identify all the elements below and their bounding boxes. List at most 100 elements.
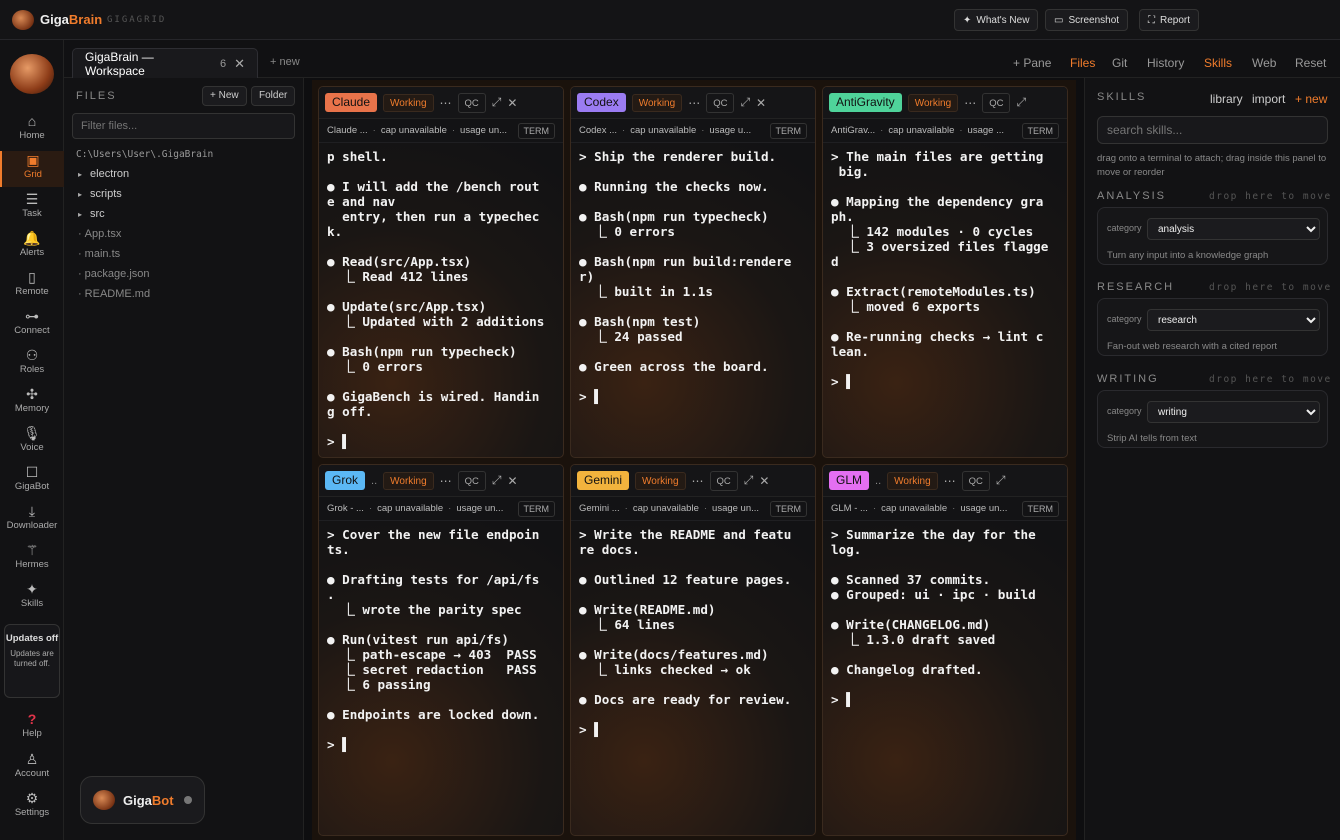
qc-button[interactable]: QC bbox=[457, 470, 486, 491]
terminal-output[interactable]: p shell. ● I will add the /bench rout e … bbox=[319, 143, 563, 455]
terminal-pane-claude[interactable]: Claude Working ⋯ QC ⤢ ✕ Claude ... · cap unavail… bbox=[318, 86, 564, 458]
term-button[interactable]: TERM bbox=[769, 122, 807, 139]
search-skills-input[interactable] bbox=[1097, 116, 1328, 144]
rail-item-voice[interactable]: 🎙 Voice bbox=[0, 424, 64, 460]
folder-item[interactable]: ▸ electron bbox=[78, 168, 129, 180]
qc-button[interactable]: QC bbox=[706, 92, 735, 113]
rail-item-home[interactable]: ⌂ Home bbox=[0, 112, 64, 148]
tab-files[interactable]: Files bbox=[1070, 56, 1095, 70]
rail-item-alerts[interactable]: 🔔 Alerts bbox=[0, 229, 64, 265]
more-icon[interactable]: ⋯ bbox=[688, 96, 700, 110]
rail-item-settings[interactable]: ⚙ Settings bbox=[0, 789, 64, 825]
terminal-output[interactable]: > Write the README and featu re docs. ● … bbox=[571, 521, 815, 743]
more-icon[interactable]: ⋯ bbox=[944, 474, 956, 488]
screenshot-button[interactable]: ▭ Screenshot bbox=[1045, 9, 1129, 31]
qc-button[interactable]: QC bbox=[982, 92, 1011, 113]
close-icon[interactable]: ✕ bbox=[759, 474, 769, 488]
new-file-button[interactable]: + New bbox=[202, 86, 247, 106]
category-select[interactable]: research bbox=[1147, 309, 1320, 331]
downloader-icon: ⤓ bbox=[28, 503, 36, 519]
file-item[interactable]: · package.json bbox=[78, 268, 150, 280]
terminal-output[interactable]: > Cover the new file endpoin ts. ● Draft… bbox=[319, 521, 563, 758]
tab-git[interactable]: Git bbox=[1112, 56, 1127, 70]
close-icon[interactable]: ✕ bbox=[234, 56, 245, 72]
add-pane-button[interactable]: + Pane bbox=[1013, 56, 1051, 70]
expand-icon[interactable]: ⤢ bbox=[1016, 95, 1026, 110]
rail-item-task[interactable]: ☰ Task bbox=[0, 190, 64, 226]
pane-subheader: Claude ... · cap unavailable · usage un... TE… bbox=[319, 119, 563, 143]
terminal-pane-codex[interactable]: Codex Working ⋯ QC ⤢ ✕ Codex ... · cap unavailab… bbox=[570, 86, 816, 458]
term-button[interactable]: TERM bbox=[517, 500, 555, 517]
new-skill-button[interactable]: + new bbox=[1295, 92, 1327, 106]
folder-item[interactable]: ▸ scripts bbox=[78, 188, 122, 200]
updates-off-card[interactable]: Updates off Updates are turned off. bbox=[4, 624, 60, 698]
filter-files-input[interactable] bbox=[72, 113, 295, 139]
pane-subheader: Grok - ... · cap unavailable · usage un... TE… bbox=[319, 497, 563, 521]
more-icon[interactable]: ⋯ bbox=[964, 96, 976, 110]
rail-item-downloader[interactable]: ⤓ Downloader bbox=[0, 502, 64, 538]
new-folder-button[interactable]: Folder bbox=[251, 86, 296, 106]
terminal-pane-grok[interactable]: Grok.. Working ⋯ QC ⤢ ✕ Grok - ... · cap unavail… bbox=[318, 464, 564, 836]
terminal-pane-gemini[interactable]: Gemini Working ⋯ QC ⤢ ✕ Gemini ... · cap unavail… bbox=[570, 464, 816, 836]
term-button[interactable]: TERM bbox=[1021, 122, 1059, 139]
report-button[interactable]: ⛶ Report bbox=[1139, 9, 1200, 31]
terminal-grid: Claude Working ⋯ QC ⤢ ✕ Claude ... · cap unavail… bbox=[312, 80, 1076, 840]
whats-new-button[interactable]: ✦ What's New bbox=[954, 9, 1039, 31]
file-item[interactable]: · App.tsx bbox=[78, 228, 121, 240]
skill-description: Turn any input into a knowledge graph bbox=[1107, 250, 1269, 261]
drop-zone-label[interactable]: drop here to move bbox=[1209, 374, 1332, 385]
terminal-output[interactable]: > Ship the renderer build. ● Running the… bbox=[571, 143, 815, 410]
close-icon[interactable]: ✕ bbox=[507, 96, 517, 110]
expand-icon[interactable]: ⤢ bbox=[492, 95, 502, 110]
new-tab-button[interactable]: + new bbox=[270, 56, 300, 68]
tab-web[interactable]: Web bbox=[1252, 56, 1276, 70]
reset-button[interactable]: Reset bbox=[1295, 56, 1326, 70]
rail-item-connect[interactable]: ⊶ Connect bbox=[0, 307, 64, 343]
skills-import-link[interactable]: import bbox=[1252, 92, 1285, 106]
terminal-pane-glm[interactable]: GLM.. Working ⋯ QC ⤢ GLM - ... · cap unavailabl… bbox=[822, 464, 1068, 836]
skills-library-link[interactable]: library bbox=[1210, 92, 1243, 106]
terminal-output[interactable]: > The main files are getting big. ● Mapp… bbox=[823, 143, 1067, 395]
category-select[interactable]: analysis bbox=[1147, 218, 1320, 240]
qc-button[interactable]: QC bbox=[709, 470, 738, 491]
term-button[interactable]: TERM bbox=[1021, 500, 1059, 517]
rail-item-roles[interactable]: ⚇ Roles bbox=[0, 346, 64, 382]
rail-item-skills[interactable]: ✦ Skills bbox=[0, 580, 64, 616]
expand-icon[interactable]: ⤢ bbox=[744, 473, 754, 488]
more-icon[interactable]: ⋯ bbox=[440, 96, 452, 110]
more-icon[interactable]: ⋯ bbox=[692, 474, 704, 488]
gigabot-launcher[interactable]: GigaBot bbox=[80, 776, 205, 824]
expand-icon[interactable]: ⤢ bbox=[996, 473, 1006, 488]
tab-skills[interactable]: Skills bbox=[1204, 56, 1232, 70]
rail-item-help[interactable]: ? Help bbox=[0, 710, 64, 746]
file-item[interactable]: · README.md bbox=[78, 288, 150, 300]
drop-zone-label[interactable]: drop here to move bbox=[1209, 282, 1332, 293]
drop-zone-label[interactable]: drop here to move bbox=[1209, 191, 1332, 202]
rail-item-hermes[interactable]: ⚚ Hermes bbox=[0, 541, 64, 577]
skill-card[interactable]: category writing Strip AI tells from text bbox=[1097, 390, 1328, 448]
qc-button[interactable]: QC bbox=[457, 92, 486, 113]
workspace-tab[interactable]: GigaBrain — Workspace 6 ✕ bbox=[72, 48, 258, 78]
skill-category-research: RESEARCH bbox=[1097, 281, 1175, 293]
close-icon[interactable]: ✕ bbox=[508, 474, 518, 488]
rail-item-account[interactable]: ♙ Account bbox=[0, 750, 64, 786]
expand-icon[interactable]: ⤢ bbox=[492, 473, 502, 488]
rail-item-memory[interactable]: ✣ Memory bbox=[0, 385, 64, 421]
term-button[interactable]: TERM bbox=[769, 500, 807, 517]
rail-item-remote[interactable]: ▯ Remote bbox=[0, 268, 64, 304]
term-button[interactable]: TERM bbox=[517, 122, 555, 139]
qc-button[interactable]: QC bbox=[961, 470, 990, 491]
more-icon[interactable]: ⋯ bbox=[440, 474, 452, 488]
close-icon[interactable]: ✕ bbox=[756, 96, 766, 110]
category-select[interactable]: writing bbox=[1147, 401, 1320, 423]
skill-card[interactable]: category analysis Turn any input into a kn… bbox=[1097, 207, 1328, 265]
terminal-pane-antigravity[interactable]: AntiGravity Working ⋯ QC ⤢ AntiGrav... · cap un… bbox=[822, 86, 1068, 458]
rail-item-gigabot[interactable]: ☐ GigaBot bbox=[0, 463, 64, 499]
expand-icon[interactable]: ⤢ bbox=[740, 95, 750, 110]
skill-card[interactable]: category research Fan-out web research wit… bbox=[1097, 298, 1328, 356]
rail-item-grid[interactable]: ▣ Grid bbox=[0, 151, 64, 187]
file-item[interactable]: · main.ts bbox=[78, 248, 120, 260]
terminal-output[interactable]: > Summarize the day for the log. ● Scann… bbox=[823, 521, 1067, 713]
tab-history[interactable]: History bbox=[1147, 56, 1184, 70]
folder-item[interactable]: ▸ src bbox=[78, 208, 105, 220]
